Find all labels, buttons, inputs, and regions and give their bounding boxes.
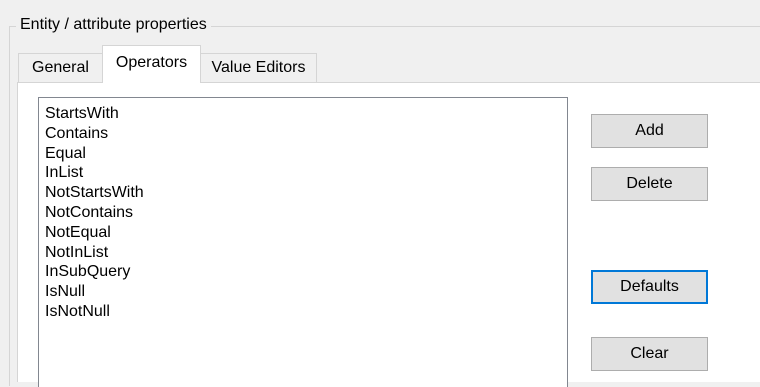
operators-listbox[interactable]: StartsWith Contains Equal InList NotStar… <box>38 97 568 387</box>
list-item-notequal[interactable]: NotEqual <box>45 223 567 243</box>
list-item-insubquery[interactable]: InSubQuery <box>45 262 567 282</box>
clear-button[interactable]: Clear <box>591 337 708 371</box>
list-item-notcontains[interactable]: NotContains <box>45 203 567 223</box>
tab-value-editors[interactable]: Value Editors <box>200 53 317 83</box>
tab-general[interactable]: General <box>18 53 103 83</box>
list-item-isnull[interactable]: IsNull <box>45 282 567 302</box>
list-item-notstartswith[interactable]: NotStartsWith <box>45 183 567 203</box>
group-title: Entity / attribute properties <box>16 14 211 36</box>
list-item-contains[interactable]: Contains <box>45 124 567 144</box>
list-item-startswith[interactable]: StartsWith <box>45 104 567 124</box>
list-item-inlist[interactable]: InList <box>45 163 567 183</box>
add-button[interactable]: Add <box>591 114 708 148</box>
list-item-equal[interactable]: Equal <box>45 144 567 164</box>
list-item-isnotnull[interactable]: IsNotNull <box>45 302 567 322</box>
defaults-button[interactable]: Defaults <box>591 270 708 304</box>
list-item-notinlist[interactable]: NotInList <box>45 243 567 263</box>
tab-operators[interactable]: Operators <box>102 45 201 83</box>
delete-button[interactable]: Delete <box>591 167 708 201</box>
